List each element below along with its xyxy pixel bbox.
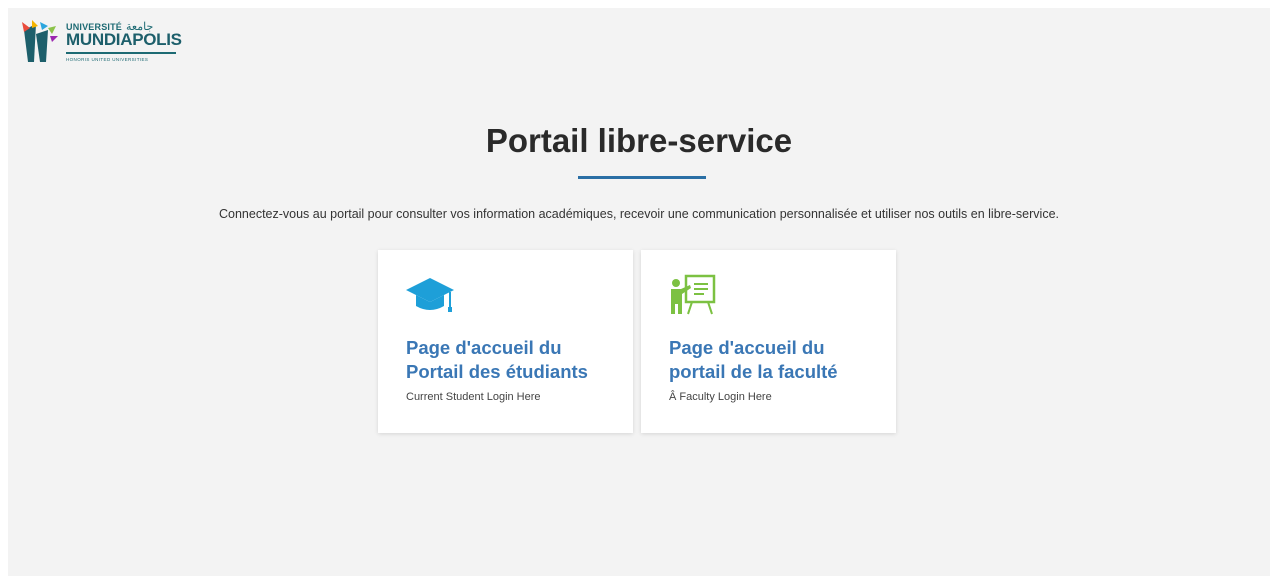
student-portal-card[interactable]: Page d'accueil du Portail des étudiants … [378,250,633,433]
intro-text: Connectez-vous au portail pour consulter… [218,207,1059,221]
title-underline [578,176,706,179]
logo-wordmark: MUNDIAPOLIS [66,30,182,49]
logo-tagline: HONORIS UNITED UNIVERSITIES [66,57,149,62]
teacher-board-icon [671,274,716,315]
faculty-portal-title[interactable]: Page d'accueil du portail de la faculté [669,336,884,384]
faculty-portal-subtitle: Â Faculty Login Here [669,391,772,403]
logo-emblem-icon [22,20,58,62]
page-title: Portail libre-service [485,122,793,159]
student-portal-title[interactable]: Page d'accueil du Portail des étudiants [406,336,621,384]
university-logo[interactable]: UNIVERSITÉ جامعة MUNDIAPOLIS HONORIS UNIT… [18,16,182,72]
student-portal-subtitle: Current Student Login Here [406,391,541,403]
graduation-cap-icon [406,278,454,312]
faculty-portal-card[interactable]: Page d'accueil du portail de la faculté … [641,250,896,433]
page-background: UNIVERSITÉ جامعة MUNDIAPOLIS HONORIS UNIT… [8,8,1270,576]
logo-divider [66,52,176,54]
